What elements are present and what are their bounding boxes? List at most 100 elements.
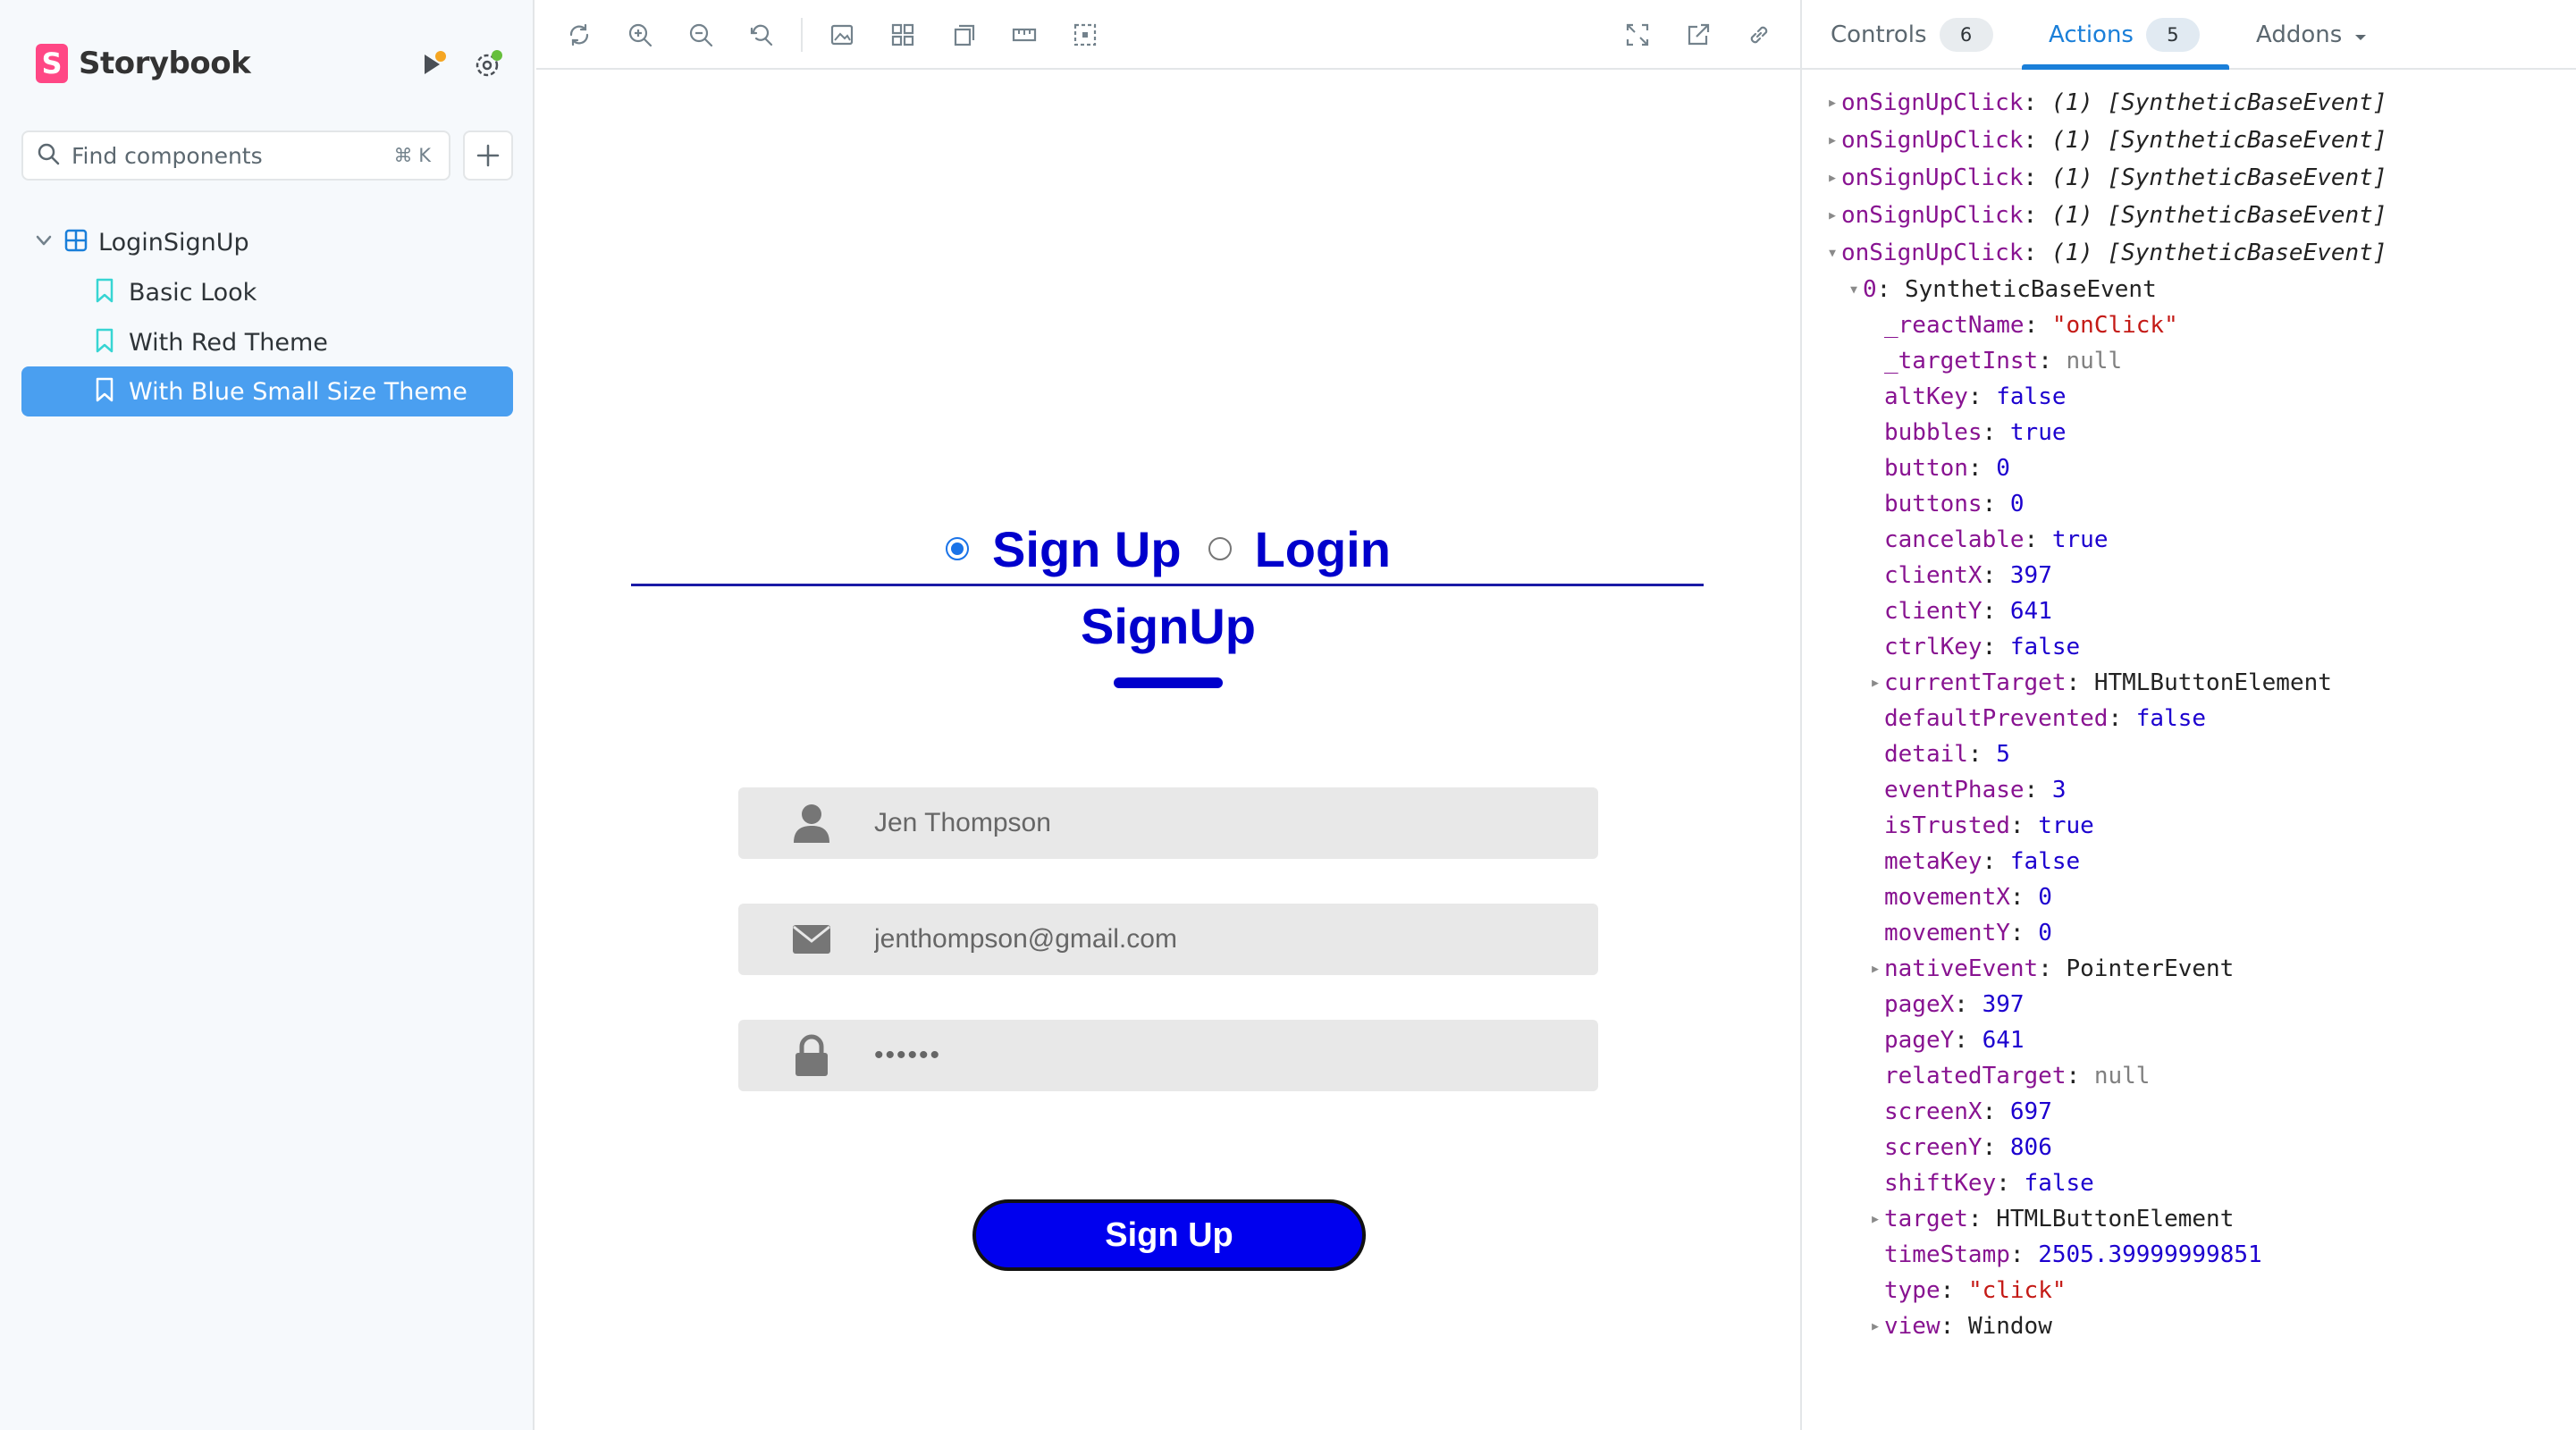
fullscreen-icon[interactable] [1620, 17, 1655, 53]
prop-key: pageY [1884, 1027, 1955, 1054]
prop-colon: : [2009, 920, 2039, 946]
event-prop[interactable]: ▶ target: HTMLButtonElement [1823, 1201, 2565, 1237]
bookmark-icon [95, 278, 114, 307]
log-colon: : [2023, 202, 2051, 229]
prop-value: null [2093, 1063, 2151, 1089]
tab-actions[interactable]: Actions 5 [2049, 0, 2200, 70]
prop-colon: : [1982, 491, 2010, 517]
prop-value: false [2009, 848, 2081, 875]
prop-colon: : [1967, 741, 1997, 768]
collapsed-triangle-icon: ▶ [1872, 676, 1879, 690]
tab-badge: 6 [1939, 18, 1993, 52]
mode-label-sign-up[interactable]: Sign Up [992, 520, 1182, 578]
open-new-tab-icon[interactable] [1680, 17, 1716, 53]
background-image-icon[interactable] [824, 17, 860, 53]
prop-key: _targetInst [1884, 348, 2039, 374]
log-colon: : [2023, 89, 2051, 116]
log-entry[interactable]: ▶ onSignUpClick: (1) [SyntheticBaseEvent] [1823, 122, 2565, 159]
radio-sign-up[interactable] [946, 537, 970, 560]
event-prop: ctrlKey: false [1823, 629, 2565, 665]
play-icon[interactable] [415, 46, 450, 82]
copy-link-icon[interactable] [1741, 17, 1777, 53]
tab-controls[interactable]: Controls 6 [1831, 0, 1993, 70]
story-with-red-theme[interactable]: With Red Theme [21, 317, 513, 367]
event-prop[interactable]: ▶ view: Window [1823, 1308, 2565, 1344]
email-input[interactable] [874, 924, 1571, 955]
search-input[interactable] [72, 142, 375, 169]
prop-key: pageX [1884, 991, 1955, 1018]
prop-key: nativeEvent [1884, 955, 2039, 982]
bookmark-icon [95, 377, 114, 407]
brand[interactable]: S Storybook [36, 43, 251, 84]
sign-up-button[interactable]: Sign Up [972, 1199, 1366, 1271]
prop-colon: : [2024, 526, 2052, 553]
prop-colon: : [1982, 419, 2010, 446]
radio-login[interactable] [1208, 537, 1232, 560]
password-input[interactable] [874, 1040, 1571, 1071]
active-tab-indicator [2022, 64, 2229, 70]
viewport-icon[interactable] [946, 17, 981, 53]
log-colon: : [2023, 240, 2051, 266]
tab-label: Actions [2049, 21, 2134, 48]
mode-label-login[interactable]: Login [1255, 520, 1391, 578]
log-entry[interactable]: ▶ onSignUpClick: (1) [SyntheticBaseEvent] [1823, 197, 2565, 234]
prop-colon: : [1876, 276, 1905, 303]
tab-addons[interactable]: Addons [2256, 0, 2367, 70]
name-input[interactable] [874, 808, 1571, 838]
event-prop[interactable]: ▶ nativeEvent: PointerEvent [1823, 951, 2565, 987]
prop-key: detail [1884, 741, 1968, 768]
grid-icon[interactable] [885, 17, 921, 53]
prop-key: cancelable [1884, 526, 2025, 553]
title-underline [1114, 677, 1223, 688]
prop-key: clientY [1884, 598, 1983, 625]
prop-value: Window [1967, 1313, 2052, 1340]
zoom-out-icon[interactable] [683, 17, 719, 53]
outline-icon[interactable] [1067, 17, 1103, 53]
reload-icon[interactable] [561, 17, 597, 53]
zoom-in-icon[interactable] [622, 17, 658, 53]
story-with-blue-small-size-theme[interactable]: With Blue Small Size Theme [21, 366, 513, 416]
prop-colon: : [1940, 1277, 1968, 1304]
story-label: With Blue Small Size Theme [129, 377, 467, 406]
prop-key: movementY [1884, 920, 2010, 946]
event-prop[interactable]: ▶ currentTarget: HTMLButtonElement [1823, 665, 2565, 701]
measure-icon[interactable] [1006, 17, 1042, 53]
event-header[interactable]: ▼ 0: SyntheticBaseEvent [1823, 272, 2565, 307]
log-entry[interactable]: ▼ onSignUpClick: (1) [SyntheticBaseEvent] [1823, 234, 2565, 272]
envelope-icon [785, 913, 838, 966]
search-box[interactable]: ⌘ K [21, 130, 450, 181]
prop-key: metaKey [1884, 848, 1983, 875]
prop-value: 806 [2009, 1134, 2052, 1161]
form-title: SignUp [1081, 598, 1256, 654]
tab-badge: 5 [2145, 18, 2200, 52]
tree-group-loginsignup[interactable]: LoginSignUp [21, 220, 513, 265]
settings-gear-icon[interactable] [470, 46, 506, 82]
event-prop: relatedTarget: null [1823, 1058, 2565, 1094]
zoom-reset-icon[interactable] [744, 17, 779, 53]
log-entry[interactable]: ▶ onSignUpClick: (1) [SyntheticBaseEvent] [1823, 159, 2565, 197]
story-label: Basic Look [129, 278, 257, 307]
prop-colon: : [2066, 1063, 2094, 1089]
event-prop: metaKey: false [1823, 844, 2565, 879]
prop-colon: : [1982, 634, 2010, 660]
add-component-button[interactable] [463, 130, 513, 181]
prop-key: shiftKey [1884, 1170, 1997, 1197]
event-prop: cancelable: true [1823, 522, 2565, 558]
log-summary: (1) [SyntheticBaseEvent] [2050, 202, 2387, 229]
log-entry[interactable]: ▶ onSignUpClick: (1) [SyntheticBaseEvent] [1823, 84, 2565, 122]
event-prop: detail: 5 [1823, 736, 2565, 772]
story-basic-look[interactable]: Basic Look [21, 267, 513, 317]
prop-colon: : [2024, 777, 2052, 803]
collapsed-triangle-icon: ▶ [1829, 96, 1836, 110]
prop-value: false [2009, 634, 2081, 660]
preview-canvas: Sign Up Login SignUp Sign Up [536, 72, 1800, 1430]
event-prop: screenY: 806 [1823, 1130, 2565, 1165]
prop-value: PointerEvent [2066, 955, 2235, 982]
prop-value: true [2009, 419, 2067, 446]
log-name: onSignUpClick [1841, 164, 2024, 191]
collapsed-triangle-icon: ▶ [1829, 133, 1836, 147]
prop-colon: : [1967, 383, 1997, 410]
prop-value: 0 [2009, 491, 2025, 517]
prop-value: 641 [1982, 1027, 2025, 1054]
prop-key: ctrlKey [1884, 634, 1983, 660]
